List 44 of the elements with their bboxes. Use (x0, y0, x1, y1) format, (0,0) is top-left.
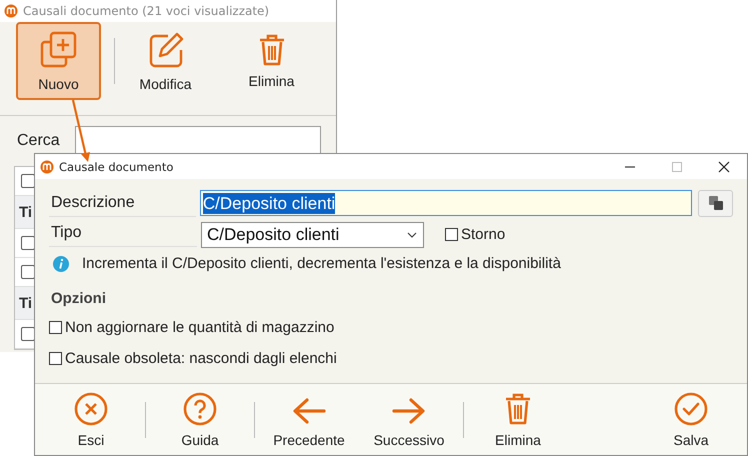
checkmark-icon (674, 392, 708, 426)
maximize-icon (670, 160, 682, 172)
group-header: Ti (19, 294, 32, 312)
checkbox-label: Storno (461, 226, 506, 243)
search-label: Cerca (17, 132, 61, 150)
left-arrow-icon (291, 396, 327, 426)
field-label: Tipo (49, 219, 197, 247)
close-icon (74, 392, 108, 426)
checkbox[interactable] (445, 228, 458, 241)
checkbox-label: Non aggiornare le quantità di magazzino (65, 318, 334, 336)
action-button[interactable]: Successivo (359, 388, 459, 452)
window-title: Causali documento (21 voci visualizzate) (23, 4, 270, 18)
new-document-icon (38, 30, 78, 70)
action-button[interactable]: Salva (641, 388, 741, 452)
right-arrow-icon (391, 396, 427, 426)
toolbar-button[interactable]: Elimina (229, 22, 314, 100)
checkbox[interactable] (49, 320, 62, 334)
translate-button[interactable] (698, 190, 733, 216)
action-button[interactable]: Precedente (259, 388, 359, 452)
checkbox[interactable] (21, 265, 35, 279)
toolbar-button[interactable]: Modifica (123, 22, 208, 100)
text-field[interactable]: C/Deposito clienti (200, 190, 692, 216)
checkbox[interactable] (21, 327, 35, 341)
action-button[interactable]: Esci (41, 388, 141, 452)
question-mark-icon (183, 392, 217, 426)
field-label: Descrizione (49, 189, 196, 217)
action-button[interactable]: Elimina (468, 388, 568, 452)
section-heading: Opzioni (51, 290, 107, 307)
action-button[interactable]: Guida (150, 388, 250, 452)
chevron-down-icon (407, 232, 417, 238)
window-title: Causale documento (59, 160, 174, 174)
checkbox[interactable] (21, 174, 35, 188)
info-text: Incrementa il C/Deposito clienti, decrementa l'esistenza e la disponibilità (82, 255, 561, 272)
checkbox[interactable] (49, 352, 62, 364)
app-logo-icon (40, 160, 54, 174)
close-icon (718, 160, 730, 172)
toolbar-button[interactable]: Nuovo (16, 22, 101, 100)
app-logo-icon (4, 4, 18, 18)
checkbox[interactable] (21, 236, 35, 250)
info-icon (53, 256, 69, 272)
checkbox-label: Causale obsoleta: nascondi dagli elenchi (65, 350, 337, 366)
dropdown[interactable]: C/Deposito clienti (201, 222, 424, 248)
translate-icon (708, 195, 724, 211)
group-header: Ti (19, 204, 32, 220)
